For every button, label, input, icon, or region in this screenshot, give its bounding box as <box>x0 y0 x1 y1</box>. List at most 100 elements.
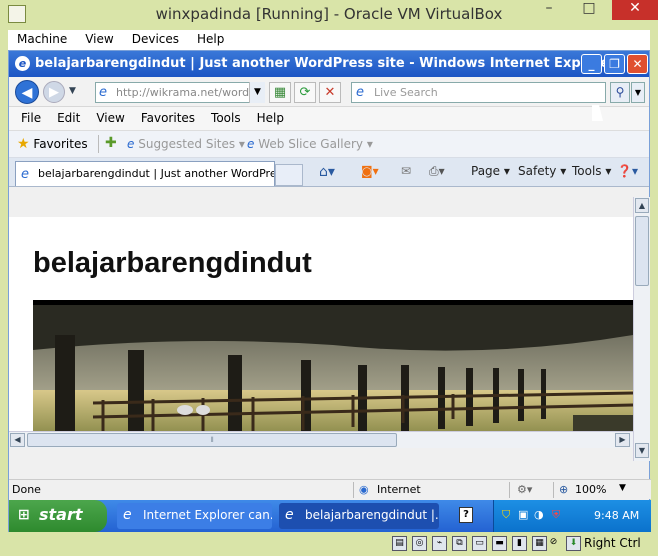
menu-file[interactable]: File <box>13 107 49 130</box>
site-title[interactable]: belajarbarengdindut <box>33 247 312 280</box>
menu-machine[interactable]: Machine <box>8 30 76 50</box>
search-button[interactable]: ⚲ <box>610 82 630 103</box>
divider <box>98 135 99 153</box>
help-tray-icon[interactable]: ? <box>459 507 473 523</box>
search-placeholder: Live Search <box>374 86 438 99</box>
divider <box>353 482 354 498</box>
volume-icon[interactable]: ◑ <box>534 508 544 521</box>
ie-page-icon: e <box>127 137 135 151</box>
page-top-strip <box>9 197 633 217</box>
network-adapter-icon[interactable]: ▦ <box>532 536 547 551</box>
menu-favorites[interactable]: Favorites <box>133 107 203 130</box>
divider <box>553 482 554 498</box>
zoom-dropdown-icon[interactable]: ▼ <box>619 483 626 493</box>
web-slice-gallery-button[interactable]: e Web Slice Gallery ▾ <box>247 137 373 151</box>
start-button[interactable]: ⊞ start <box>9 500 107 532</box>
menu-edit[interactable]: Edit <box>49 107 88 130</box>
mouse-integration-icon[interactable]: ⊘ <box>546 536 561 551</box>
help-icon[interactable]: ❓▾ <box>617 164 638 178</box>
ie-minimize-button[interactable]: _ <box>581 54 602 74</box>
suggested-sites-button[interactable]: e Suggested Sites ▾ <box>127 137 245 151</box>
horizontal-scrollbar[interactable]: ◀ ⦀ ▶ <box>9 431 633 448</box>
live-search-icon: e <box>356 85 364 100</box>
favorites-button[interactable]: ★ Favorites <box>17 136 88 152</box>
refresh-icon[interactable]: ⟳ <box>294 82 316 103</box>
ie-page-icon: e <box>99 85 107 100</box>
mouse-cursor-icon <box>592 105 603 121</box>
compatibility-view-icon[interactable]: ▦ <box>269 82 291 103</box>
protected-mode-icon[interactable]: ⚙▾ <box>517 483 532 496</box>
taskbar-item-ie-window[interactable]: e belajarbarengdindut |... <box>279 503 439 529</box>
tab-belajarbarengdindut[interactable]: e belajarbarengdindut | Just another Wor… <box>15 161 275 186</box>
search-options-dropdown-icon[interactable]: ▼ <box>631 82 645 103</box>
menu-view[interactable]: View <box>88 107 132 130</box>
tab-row: e belajarbarengdindut | Just another Wor… <box>9 158 649 187</box>
ie-close-button[interactable]: ✕ <box>627 54 648 74</box>
history-dropdown-icon[interactable]: ▼ <box>69 86 76 96</box>
menu-view[interactable]: View <box>76 30 122 50</box>
address-input[interactable]: e http://wikrama.net/wordpi <box>95 82 265 103</box>
feeds-icon[interactable]: ◙▾ <box>361 164 379 178</box>
menu-help[interactable]: Help <box>249 107 292 130</box>
taskbar-item-ie-dialog[interactable]: e Internet Explorer can... <box>117 503 272 529</box>
read-mail-icon[interactable]: ✉ <box>401 164 411 178</box>
security-alert-icon[interactable]: ⛨ <box>552 508 560 522</box>
xp-taskbar: ⊞ start e Internet Explorer can... e bel… <box>9 500 651 532</box>
zoom-icon[interactable]: ⊕ <box>559 483 568 496</box>
zoom-level[interactable]: 100% <box>575 483 606 496</box>
back-button[interactable]: ◀ <box>15 80 39 104</box>
minimize-button[interactable]: – <box>532 0 566 20</box>
hard-disk-icon[interactable]: ▤ <box>392 536 407 551</box>
ie-logo-icon: e <box>15 56 30 71</box>
home-icon[interactable]: ⌂▾ <box>319 164 335 180</box>
keyboard-capture-icon[interactable]: ⬇ <box>566 536 581 551</box>
virtualbox-menu-bar: Machine View Devices Help <box>8 30 650 50</box>
ie-title-bar: e belajarbarengdindut | Just another Wor… <box>9 51 649 77</box>
ie-restore-button[interactable]: ❐ <box>604 54 625 74</box>
address-dropdown-icon[interactable]: ▼ <box>249 82 265 103</box>
horizontal-scroll-thumb[interactable]: ⦀ <box>27 433 397 447</box>
video-capture-icon[interactable]: ▮ <box>512 536 527 551</box>
virtualbox-status-bar: ▤ ◎ ⌁ ⧉ ▭ ▬ ▮ ▦ ⊘ ⬇ Right Ctrl <box>0 532 658 556</box>
stop-icon[interactable]: ✕ <box>319 82 341 103</box>
ie-page-icon: e <box>21 167 29 182</box>
internet-zone-icon: ◉ <box>359 483 369 496</box>
vertical-scroll-thumb[interactable] <box>635 216 649 286</box>
folder-icon[interactable]: ▭ <box>472 536 487 551</box>
scroll-left-icon[interactable]: ◀ <box>10 433 25 447</box>
page-menu[interactable]: Page ▾ <box>471 164 510 178</box>
scroll-up-icon[interactable]: ▲ <box>635 198 649 213</box>
scroll-down-icon[interactable]: ▼ <box>635 443 649 458</box>
network-icon[interactable]: ▣ <box>518 508 528 521</box>
close-button[interactable]: ✕ <box>612 0 658 20</box>
favorites-star-icon: ★ <box>17 136 30 152</box>
tools-menu[interactable]: Tools ▾ <box>572 164 611 178</box>
divider <box>509 482 510 498</box>
search-input[interactable]: e Live Search <box>351 82 606 103</box>
safety-menu[interactable]: Safety ▾ <box>518 164 566 178</box>
add-to-favorites-icon[interactable]: ✚ <box>105 135 117 151</box>
print-icon[interactable]: ⎙▾ <box>429 164 445 179</box>
forward-button[interactable]: ▶ <box>43 81 65 103</box>
scroll-right-icon[interactable]: ▶ <box>615 433 630 447</box>
header-image <box>33 300 633 431</box>
menu-help[interactable]: Help <box>188 30 233 50</box>
new-tab-button[interactable] <box>275 164 303 186</box>
header-photo <box>33 305 633 431</box>
ie-page-icon: e <box>123 507 132 523</box>
maximize-button[interactable]: □ <box>572 0 606 20</box>
menu-devices[interactable]: Devices <box>123 30 188 50</box>
clock: 9:48 AM <box>594 509 640 522</box>
virtualbox-title-bar: winxpadinda [Running] - Oracle VM Virtua… <box>0 0 658 30</box>
vertical-scrollbar[interactable]: ▲ ▼ <box>633 197 650 461</box>
display-icon[interactable]: ▬ <box>492 536 507 551</box>
menu-tools[interactable]: Tools <box>203 107 249 130</box>
shared-folders-icon[interactable]: ⧉ <box>452 536 467 551</box>
shield-icon[interactable]: ⛉ <box>502 508 510 522</box>
page-viewport: belajarbarengdindut <box>9 197 633 431</box>
optical-drive-icon[interactable]: ◎ <box>412 536 427 551</box>
ie-status-bar: Done ◉ Internet ⚙▾ ⊕ 100% ▼ <box>9 479 651 499</box>
ie-window: e belajarbarengdindut | Just another Wor… <box>8 50 651 532</box>
usb-icon[interactable]: ⌁ <box>432 536 447 551</box>
windows-flag-icon: ⊞ <box>18 507 30 523</box>
